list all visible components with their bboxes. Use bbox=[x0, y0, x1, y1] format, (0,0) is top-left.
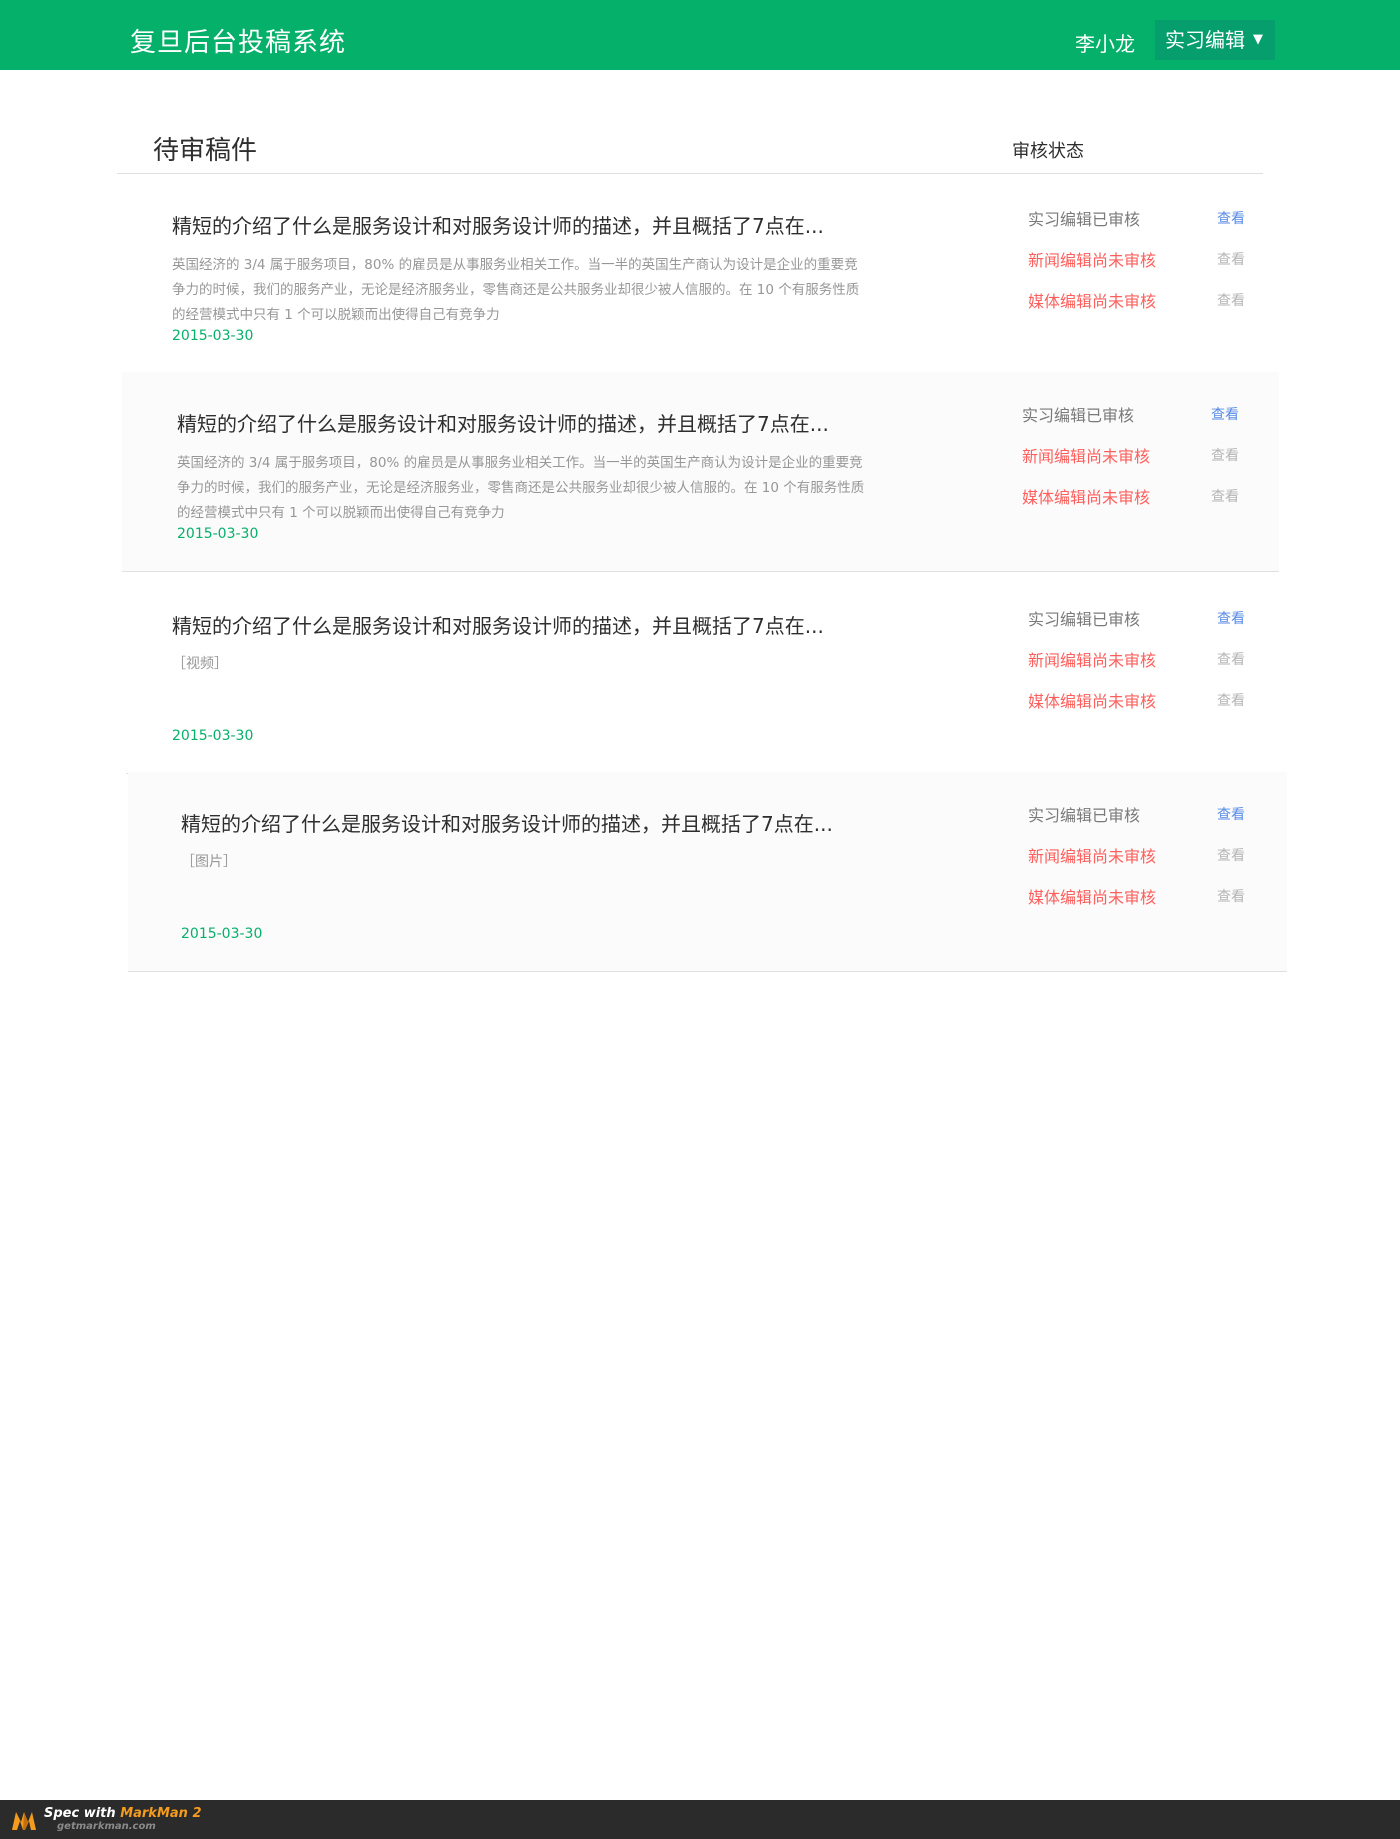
review-status-label: 新闻编辑尚未审核 bbox=[1028, 847, 1157, 866]
review-status-label: 新闻编辑尚未审核 bbox=[1022, 447, 1151, 466]
media-tag: ［图片］ bbox=[181, 854, 237, 870]
markman-url[interactable]: getmarkman.com bbox=[57, 1821, 156, 1832]
view-link[interactable]: 查看 bbox=[1217, 804, 1245, 824]
article-summary: 英国经济的 3/4 属于服务项目，80% 的雇员是从事服务业相关工作。当一半的英… bbox=[172, 257, 860, 323]
article-title[interactable]: 精短的介绍了什么是服务设计和对服务设计师的描述，并且概括了7点在... bbox=[172, 210, 824, 239]
review-status-label: 媒体编辑尚未审核 bbox=[1028, 292, 1157, 311]
markman-footer: Spec with MarkMan 2 getmarkman.com bbox=[0, 1800, 1400, 1839]
app-title: 复旦后台投稿系统 bbox=[130, 28, 347, 58]
markman-logo-icon bbox=[12, 1812, 36, 1830]
review-status-label: 实习编辑已审核 bbox=[1028, 610, 1141, 629]
article-title[interactable]: 精短的介绍了什么是服务设计和对服务设计师的描述，并且概括了7点在... bbox=[181, 808, 833, 837]
markman-tagline: Spec with MarkMan 2 bbox=[44, 1806, 202, 1821]
view-link[interactable]: 查看 bbox=[1217, 608, 1245, 628]
review-status-row: 媒体编辑尚未审核 查看 bbox=[1028, 288, 1248, 312]
article-card: 精短的介绍了什么是服务设计和对服务设计师的描述，并且概括了7点在... 英国经济… bbox=[122, 372, 1279, 572]
review-status-row: 媒体编辑尚未审核 查看 bbox=[1028, 884, 1248, 908]
view-link[interactable]: 查看 bbox=[1211, 445, 1239, 465]
article-card: 精短的介绍了什么是服务设计和对服务设计师的描述，并且概括了7点在... ［图片］… bbox=[128, 772, 1287, 972]
view-link[interactable]: 查看 bbox=[1211, 486, 1239, 506]
article-date: 2015-03-30 bbox=[172, 728, 254, 744]
review-status-row: 实习编辑已审核 查看 bbox=[1028, 606, 1248, 630]
review-status-row: 媒体编辑尚未审核 查看 bbox=[1022, 484, 1242, 508]
status-column-header: 审核状态 bbox=[1012, 141, 1084, 162]
markman-brand: MarkMan 2 bbox=[120, 1806, 202, 1821]
media-tag: ［视频］ bbox=[172, 656, 228, 672]
page: 复旦后台投稿系统 李小龙 实习编辑 ▼ 待审稿件 审核状态 精短的介绍了什么是服… bbox=[0, 0, 1400, 1839]
view-link[interactable]: 查看 bbox=[1217, 845, 1245, 865]
review-status-label: 媒体编辑尚未审核 bbox=[1028, 888, 1157, 907]
view-link[interactable]: 查看 bbox=[1211, 404, 1239, 424]
view-link[interactable]: 查看 bbox=[1217, 649, 1245, 669]
view-link[interactable]: 查看 bbox=[1217, 249, 1245, 269]
user-name[interactable]: 李小龙 bbox=[1075, 28, 1135, 57]
role-label: 实习编辑 bbox=[1165, 28, 1245, 52]
article-card: 精短的介绍了什么是服务设计和对服务设计师的描述，并且概括了7点在... ［视频］… bbox=[126, 574, 1271, 774]
view-link[interactable]: 查看 bbox=[1217, 690, 1245, 710]
review-status-row: 媒体编辑尚未审核 查看 bbox=[1028, 688, 1248, 712]
article-date: 2015-03-30 bbox=[177, 526, 259, 542]
article-date: 2015-03-30 bbox=[172, 328, 254, 344]
top-header: 复旦后台投稿系统 李小龙 实习编辑 ▼ bbox=[0, 0, 1400, 70]
review-status-label: 媒体编辑尚未审核 bbox=[1022, 488, 1151, 507]
review-status-row: 新闻编辑尚未审核 查看 bbox=[1028, 647, 1248, 671]
review-status-label: 媒体编辑尚未审核 bbox=[1028, 692, 1157, 711]
review-status-label: 新闻编辑尚未审核 bbox=[1028, 651, 1157, 670]
role-dropdown-button[interactable]: 实习编辑 ▼ bbox=[1155, 20, 1275, 60]
card-divider bbox=[128, 971, 1287, 972]
review-status-row: 实习编辑已审核 查看 bbox=[1022, 402, 1242, 426]
article-title[interactable]: 精短的介绍了什么是服务设计和对服务设计师的描述，并且概括了7点在... bbox=[177, 408, 829, 437]
review-status-row: 实习编辑已审核 查看 bbox=[1028, 802, 1248, 826]
markman-tagline-prefix: Spec with bbox=[44, 1806, 121, 1821]
article-summary: 英国经济的 3/4 属于服务项目，80% 的雇员是从事服务业相关工作。当一半的英… bbox=[177, 455, 865, 521]
article-card: 精短的介绍了什么是服务设计和对服务设计师的描述，并且概括了7点在... 英国经济… bbox=[130, 174, 1267, 374]
review-status-row: 新闻编辑尚未审核 查看 bbox=[1028, 843, 1248, 867]
review-status-label: 实习编辑已审核 bbox=[1028, 806, 1141, 825]
review-status-row: 实习编辑已审核 查看 bbox=[1028, 206, 1248, 230]
caret-down-icon: ▼ bbox=[1253, 32, 1263, 47]
article-date: 2015-03-30 bbox=[181, 926, 263, 942]
page-title: 待审稿件 bbox=[153, 136, 258, 166]
view-link[interactable]: 查看 bbox=[1217, 208, 1245, 228]
review-status-row: 新闻编辑尚未审核 查看 bbox=[1022, 443, 1242, 467]
review-status-label: 新闻编辑尚未审核 bbox=[1028, 251, 1157, 270]
card-divider bbox=[122, 571, 1279, 572]
review-status-row: 新闻编辑尚未审核 查看 bbox=[1028, 247, 1248, 271]
view-link[interactable]: 查看 bbox=[1217, 290, 1245, 310]
article-title[interactable]: 精短的介绍了什么是服务设计和对服务设计师的描述，并且概括了7点在... bbox=[172, 610, 824, 639]
view-link[interactable]: 查看 bbox=[1217, 886, 1245, 906]
review-status-label: 实习编辑已审核 bbox=[1028, 210, 1141, 229]
review-status-label: 实习编辑已审核 bbox=[1022, 406, 1135, 425]
